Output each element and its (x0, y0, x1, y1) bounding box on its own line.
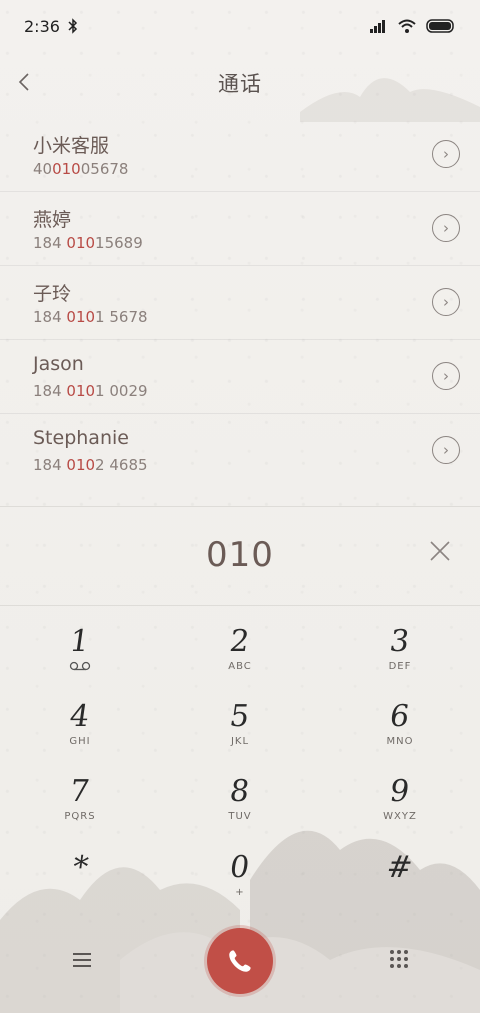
contact-name: Jason (33, 353, 84, 375)
key-7[interactable]: 7 PQRS (30, 774, 130, 844)
contact-row[interactable]: 小米客服 4001005678 › (0, 118, 480, 191)
key-star[interactable]: * (30, 850, 130, 920)
key-5[interactable]: 5 JKL (190, 699, 290, 769)
contact-name: Stephanie (33, 427, 129, 449)
chevron-right-icon: › (443, 292, 449, 311)
contact-number: 4001005678 (33, 160, 129, 178)
key-0[interactable]: 0 + (190, 850, 290, 920)
status-time: 2:36 (24, 16, 60, 36)
contact-number: 184 0101 0029 (33, 382, 148, 400)
keypad-toggle-button[interactable] (388, 948, 410, 970)
call-button[interactable] (207, 928, 273, 994)
wifi-icon (398, 19, 416, 33)
back-button[interactable] (10, 68, 38, 96)
key-2[interactable]: 2 ABC (190, 624, 290, 694)
clear-button[interactable] (426, 537, 454, 565)
key-1[interactable]: 1 (30, 624, 130, 694)
contact-detail-button[interactable]: › (432, 214, 460, 242)
chevron-right-icon: › (443, 218, 449, 237)
key-8[interactable]: 8 TUV (190, 774, 290, 844)
contact-row[interactable]: 燕婷 184 01015689 › (0, 191, 480, 265)
key-hash[interactable]: # (350, 850, 450, 920)
contact-number: 184 0102 4685 (33, 456, 148, 474)
contact-row[interactable]: Stephanie 184 0102 4685 › (0, 413, 480, 487)
bottom-bar (0, 920, 480, 1013)
status-bar: 2:36 (0, 0, 480, 52)
signal-icon (370, 20, 385, 33)
contact-name: 燕婷 (33, 209, 72, 231)
header: 通话 (0, 52, 480, 114)
close-icon (430, 541, 450, 561)
contact-detail-button[interactable]: › (432, 140, 460, 168)
menu-button[interactable] (70, 948, 94, 972)
key-9[interactable]: 9 WXYZ (350, 774, 450, 844)
contact-row[interactable]: 子玲 184 0101 5678 › (0, 265, 480, 339)
key-6[interactable]: 6 MNO (350, 699, 450, 769)
contact-detail-button[interactable]: › (432, 362, 460, 390)
bluetooth-icon (68, 18, 77, 34)
contact-name: 子玲 (33, 283, 72, 305)
contact-row[interactable]: Jason 184 0101 0029 › (0, 339, 480, 413)
contact-name: 小米客服 (33, 135, 110, 157)
contact-match-list: 小米客服 4001005678 › 燕婷 184 01015689 › 子玲 1… (0, 118, 480, 487)
contact-number: 184 0101 5678 (33, 308, 148, 326)
menu-icon (73, 953, 91, 967)
chevron-right-icon: › (443, 440, 449, 459)
keypad: 1 2 ABC 3 DEF 4 GHI 5 JKL 6 MNO 7 PQRS 8… (0, 610, 480, 910)
contact-detail-button[interactable]: › (432, 288, 460, 316)
battery-icon (426, 19, 454, 33)
chevron-right-icon: › (443, 366, 449, 385)
key-4[interactable]: 4 GHI (30, 699, 130, 769)
page-title: 通话 (218, 72, 262, 96)
key-3[interactable]: 3 DEF (350, 624, 450, 694)
keypad-grid-icon (390, 950, 408, 968)
dial-display: 010 (0, 506, 480, 606)
phone-icon (229, 950, 251, 972)
contact-detail-button[interactable]: › (432, 436, 460, 464)
dialed-number: 010 (206, 535, 274, 575)
chevron-left-icon (18, 73, 29, 91)
voicemail-icon (69, 661, 91, 671)
contact-number: 184 01015689 (33, 234, 143, 252)
chevron-right-icon: › (443, 144, 449, 163)
